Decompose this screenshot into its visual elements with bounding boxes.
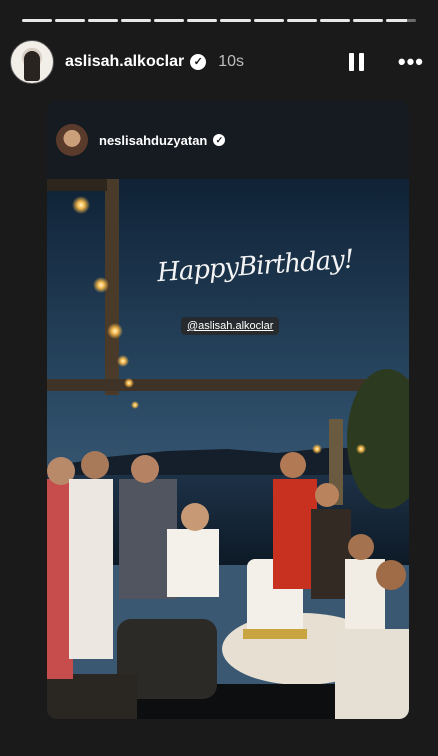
- avatar[interactable]: [10, 40, 54, 84]
- shared-post-header: neslisahduzyatan ✓: [47, 101, 409, 179]
- more-options-button[interactable]: •••: [398, 49, 424, 75]
- shared-post-card[interactable]: neslisahduzyatan ✓ HappyBirthday! @aslis…: [47, 101, 409, 719]
- progress-segment: [286, 19, 317, 22]
- progress-segment: [88, 19, 119, 22]
- verified-icon: ✓: [190, 54, 207, 70]
- progress-segment: [352, 19, 383, 22]
- story-username[interactable]: aslisah.alkoclar: [65, 53, 184, 71]
- progress-segment: [187, 19, 218, 22]
- shared-post-username[interactable]: neslisahduzyatan: [99, 133, 207, 148]
- progress-segment: [22, 19, 53, 22]
- story-progress-bar: [22, 19, 416, 22]
- story-timestamp: 10s: [218, 53, 244, 70]
- pause-button[interactable]: [346, 51, 368, 73]
- progress-segment: [154, 19, 185, 22]
- progress-segment: [55, 19, 86, 22]
- progress-segment: [385, 19, 416, 22]
- verified-icon: ✓: [213, 134, 226, 146]
- mention-sticker[interactable]: @aslisah.alkoclar: [181, 317, 280, 335]
- progress-segment: [253, 19, 284, 22]
- progress-segment: [220, 19, 251, 22]
- progress-segment: [121, 19, 152, 22]
- shared-post-avatar[interactable]: [56, 124, 88, 156]
- pause-icon: [349, 53, 355, 71]
- story-header: aslisah.alkoclar ✓ 10s •••: [10, 40, 428, 84]
- progress-segment: [319, 19, 350, 22]
